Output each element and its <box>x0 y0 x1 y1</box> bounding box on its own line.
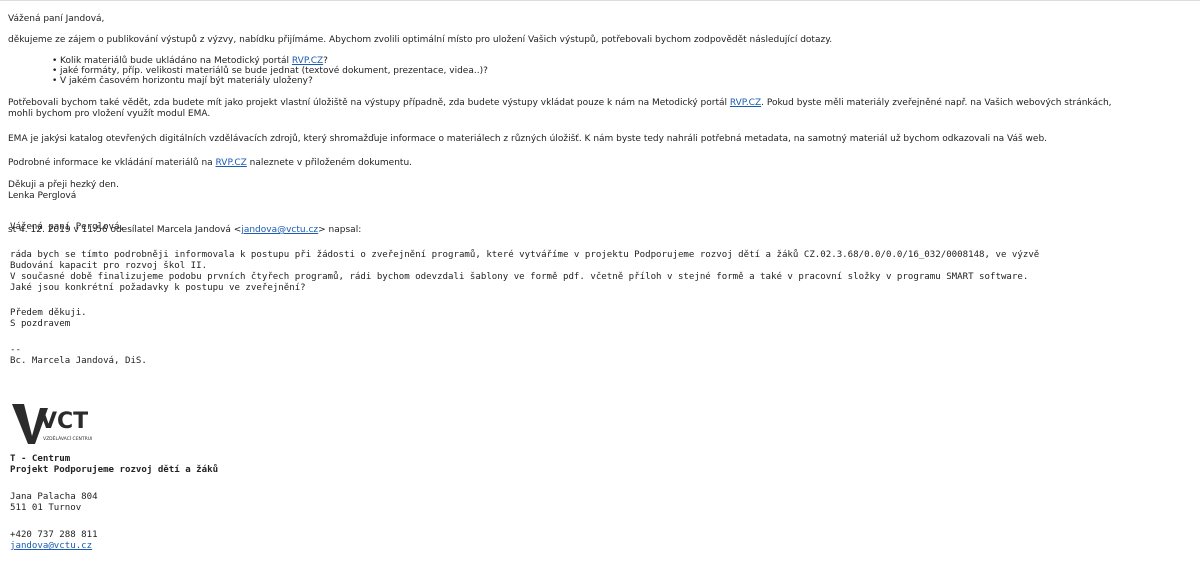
quoted-line-4: Jaké jsou konkrétní požadavky k postupu … <box>10 283 306 293</box>
reply-paragraph-1-line-2: mohli bychom pro vložení využít modul EM… <box>8 109 211 119</box>
reply-intro: děkujeme ze zájem o publikování výstupů … <box>8 35 833 45</box>
top-divider <box>0 0 1200 1</box>
reply-closing: Děkuji a přeji hezký den. <box>8 180 119 190</box>
signature-org: T - Centrum <box>10 454 71 464</box>
list-item: • jaké formáty, příp. velikosti materiálů… <box>52 66 488 76</box>
vct-logo: VCT VZDĚLÁVACÍ CENTRUM <box>12 404 92 444</box>
rvp-link[interactable]: RVP.CZ <box>216 158 247 168</box>
list-item: • V jakém časovém horizontu mají být mate… <box>52 76 313 86</box>
signature-name: Bc. Marcela Jandová, DiS. <box>10 356 147 366</box>
quoted-line-2: Budování kapacit pro rozvoj škol II. <box>10 261 208 271</box>
rvp-link[interactable]: RVP.CZ <box>292 56 323 66</box>
logo-subtext: VZDĚLÁVACÍ CENTRUM <box>43 434 92 442</box>
signature-city: 511 01 Turnov <box>10 503 82 513</box>
reply-paragraph-2: EMA je jakýsi katalog otevřených digitál… <box>8 134 1048 144</box>
signature-dashes: -- <box>10 345 21 355</box>
signature-email: jandova@vctu.cz <box>10 541 92 552</box>
quoted-regards: S pozdravem <box>10 319 71 329</box>
quoted-thanks: Předem děkuji. <box>10 308 87 318</box>
list-item: • Kolik materiálů bude ukládáno na Metodi… <box>52 56 328 66</box>
signature-email-link[interactable]: jandova@vctu.cz <box>10 541 92 551</box>
reply-greeting: Vážená paní Jandová, <box>8 14 105 24</box>
reply-paragraph-1: Potřebovali bychom také vědět, zda budet… <box>8 98 1112 108</box>
logo-text: VCT <box>40 409 88 434</box>
quoted-line-1: ráda bych se tímto podrobněji informoval… <box>10 250 1040 260</box>
quoted-line-3: V současné době finalizujeme podobu prvn… <box>10 272 1029 282</box>
signature-phone: +420 737 288 811 <box>10 530 98 540</box>
rvp-link[interactable]: RVP.CZ <box>730 98 761 108</box>
reply-paragraph-3: Podrobné informace ke vkládání materiálů… <box>8 158 413 168</box>
signature-project: Projekt Podporujeme rozvoj dětí a žáků <box>10 465 219 475</box>
sender-email-link[interactable]: jandova@vctu.cz <box>241 225 318 235</box>
reply-signature: Lenka Perglová <box>8 191 77 201</box>
quoted-greeting: Vážená paní Perglová, <box>10 222 125 232</box>
signature-street: Jana Palacha 804 <box>10 492 98 502</box>
